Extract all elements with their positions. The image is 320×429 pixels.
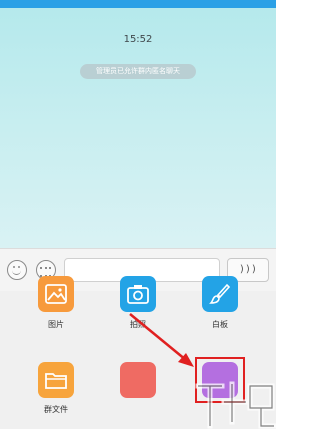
whiteboard-button[interactable] xyxy=(202,276,238,312)
image-button[interactable] xyxy=(38,276,74,312)
whiteboard-label: 白板 xyxy=(212,320,228,329)
message-timestamp: 15:52 xyxy=(123,34,153,45)
image-icon xyxy=(45,284,67,304)
camera-label: 拍照 xyxy=(130,320,146,329)
group-files-button[interactable] xyxy=(38,362,74,398)
camera-icon xyxy=(127,285,149,304)
emoji-icon[interactable] xyxy=(7,260,27,280)
folder-icon xyxy=(45,373,67,389)
group-files-label: 群文件 xyxy=(44,405,68,414)
whiteboard-brush-icon xyxy=(209,283,231,304)
red-action-button[interactable] xyxy=(120,362,156,398)
system-notice: 管理员已允许群内匿名聊天 xyxy=(80,64,196,79)
watermark-logo xyxy=(195,381,276,429)
status-bar xyxy=(0,0,276,8)
camera-button[interactable] xyxy=(120,276,156,312)
image-label: 图片 xyxy=(48,320,64,329)
chat-area: 15:52 管理员已允许群内匿名聊天 xyxy=(0,8,276,248)
